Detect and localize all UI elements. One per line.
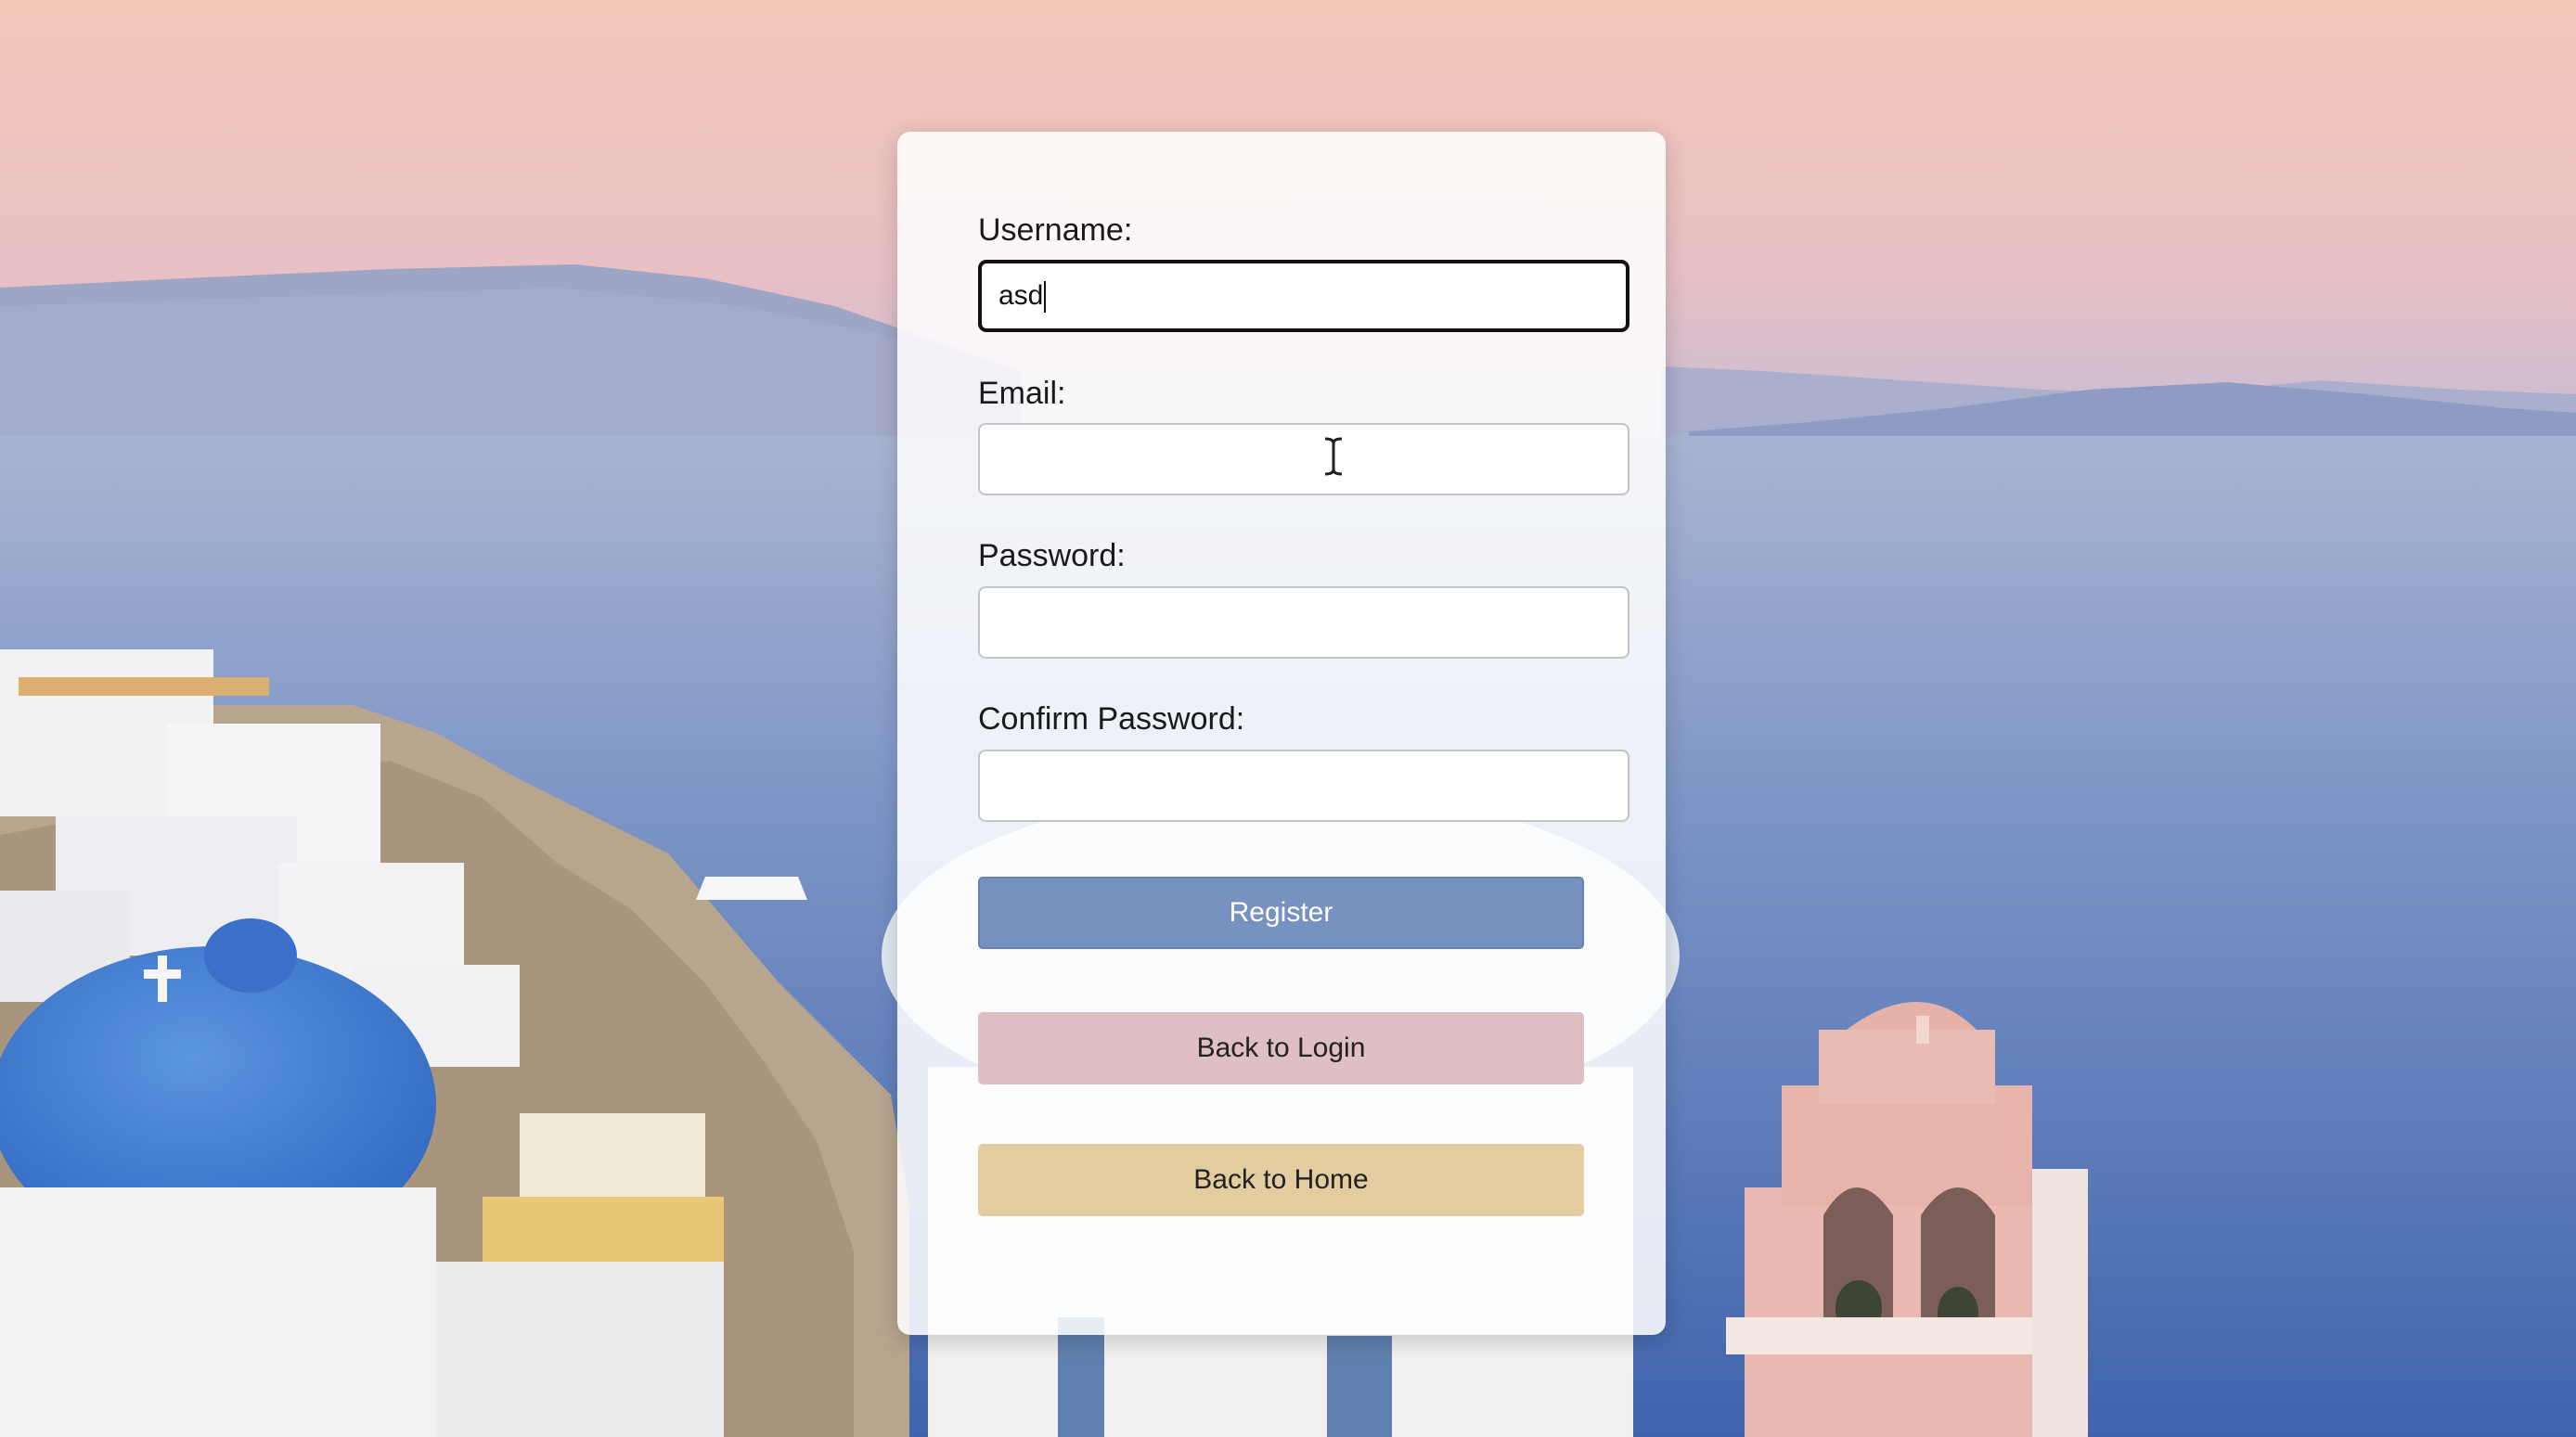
back-to-login-button[interactable]: Back to Login bbox=[978, 1012, 1584, 1084]
email-label: Email: bbox=[978, 376, 1066, 411]
username-input[interactable]: asd bbox=[978, 260, 1629, 332]
username-value: asd bbox=[998, 280, 1044, 311]
confirm-password-label: Confirm Password: bbox=[978, 701, 1245, 737]
username-label: Username: bbox=[978, 212, 1133, 248]
register-button[interactable]: Register bbox=[978, 877, 1584, 949]
password-input[interactable] bbox=[978, 586, 1629, 659]
email-input[interactable] bbox=[978, 423, 1629, 495]
text-caret bbox=[1044, 281, 1047, 314]
register-form-card: Username: asd Email: Password: Confirm P… bbox=[897, 132, 1666, 1335]
password-label: Password: bbox=[978, 538, 1126, 573]
back-to-home-button[interactable]: Back to Home bbox=[978, 1144, 1584, 1216]
text-ibeam-cursor-icon bbox=[1321, 436, 1346, 481]
confirm-password-input[interactable] bbox=[978, 750, 1629, 822]
